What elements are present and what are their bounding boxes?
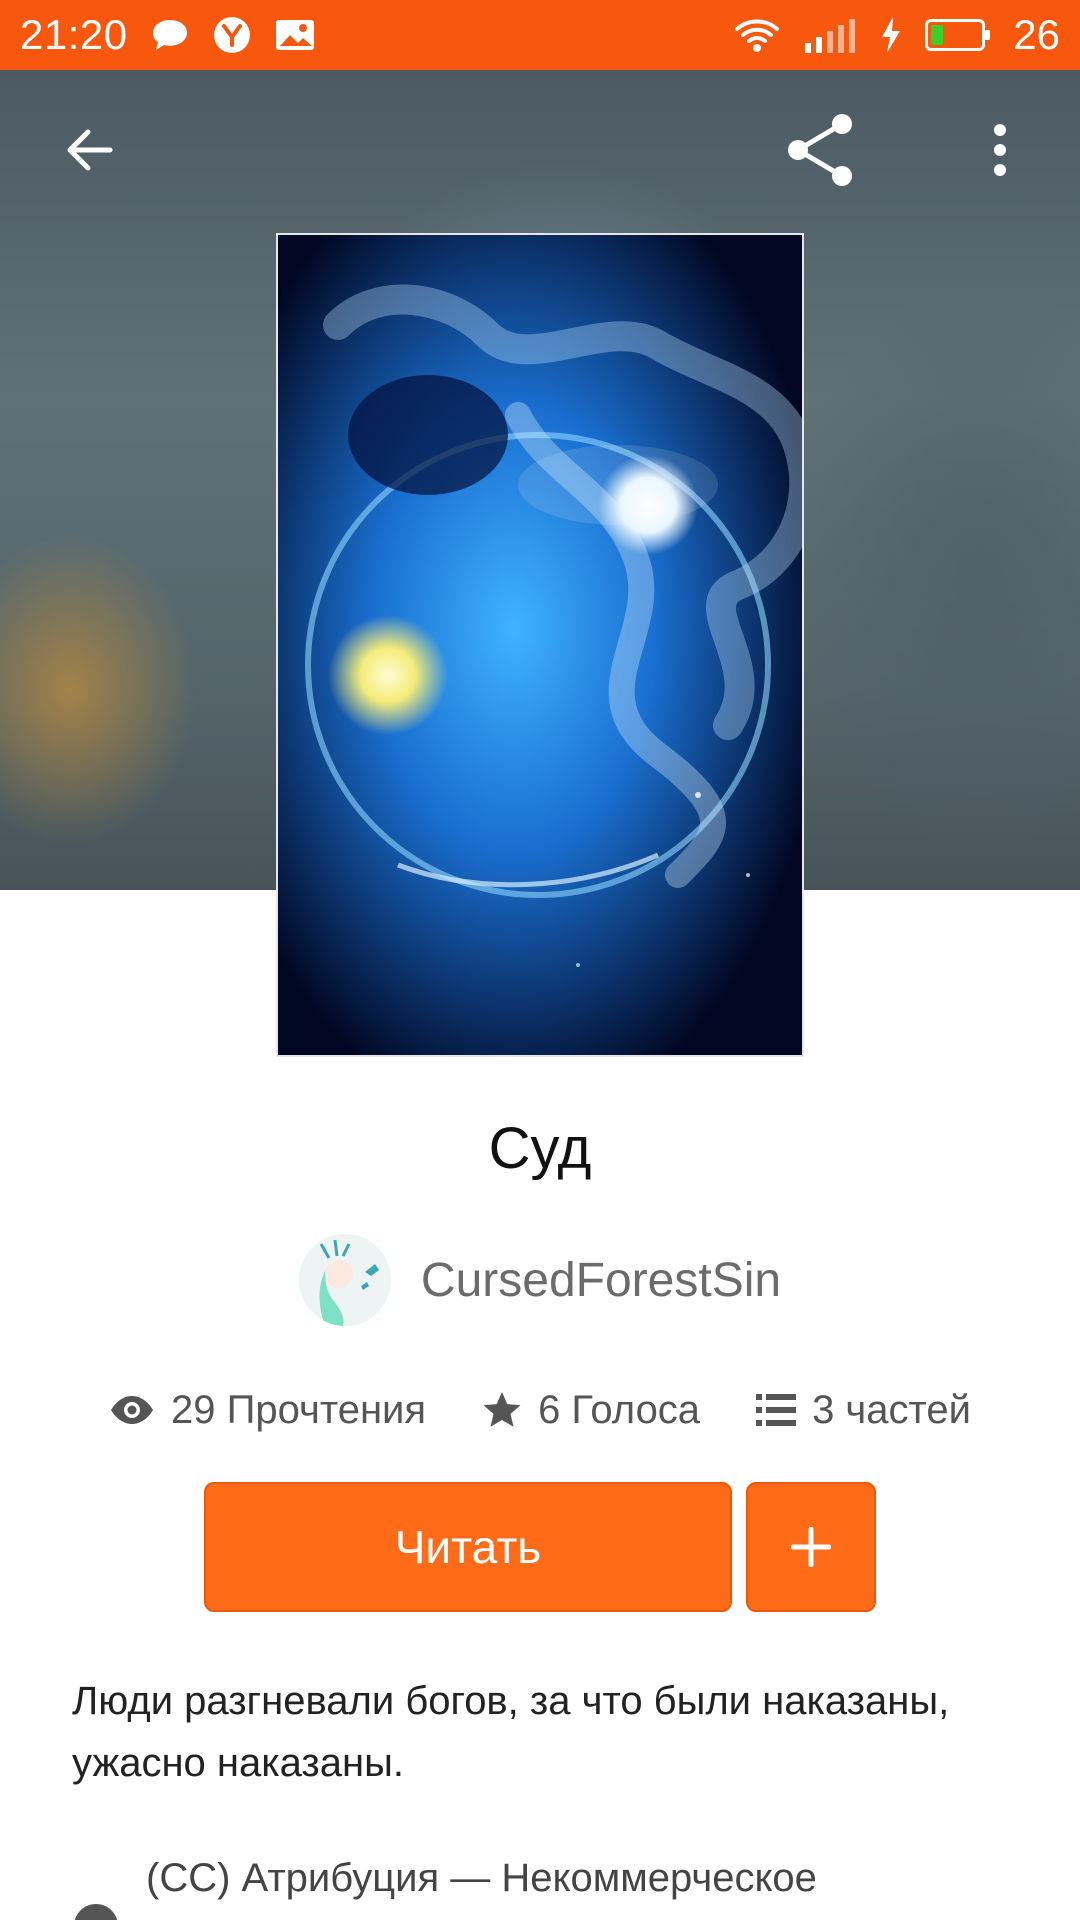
reads-count: 29 Прочтения: [171, 1387, 427, 1432]
battery-icon: [925, 19, 991, 51]
parts-count: 3 частей: [812, 1387, 971, 1432]
parts-stat: 3 частей: [756, 1388, 971, 1433]
author-avatar: [298, 1234, 391, 1326]
star-icon: [483, 1392, 521, 1427]
votes-stat: 6 Голоса: [482, 1388, 700, 1433]
plus-icon: [791, 1527, 831, 1567]
author-name: CursedForestSin: [420, 1253, 782, 1307]
creative-commons-icon: [74, 1904, 118, 1920]
more-vertical-icon: [994, 124, 1006, 176]
story-actions: Читать: [204, 1482, 876, 1612]
arrow-left-icon: [67, 129, 113, 171]
story-title: Суд: [488, 1116, 592, 1181]
share-icon: [788, 114, 852, 186]
battery-level: 26: [1013, 11, 1060, 58]
status-time: 21:20: [20, 11, 128, 58]
status-right: 26: [733, 11, 1060, 59]
list-icon: [756, 1394, 797, 1426]
image-notification-icon: [274, 17, 316, 53]
story-details-screen: 21:20 26 Суд CursedForestSin 29 Прочтени…: [0, 0, 1080, 1920]
read-button[interactable]: Читать: [204, 1482, 732, 1612]
status-bar: 21:20 26: [0, 0, 1080, 70]
cover-artwork: [278, 235, 802, 1055]
yandex-icon: [212, 15, 252, 55]
signal-icon: [803, 15, 857, 55]
author-link[interactable]: CursedForestSin: [0, 1232, 1080, 1328]
reads-stat: 29 Прочтения: [109, 1388, 426, 1433]
story-stats: 29 Прочтения 6 Голоса 3 частей: [0, 1378, 1080, 1442]
charging-icon: [879, 15, 903, 55]
license-text: (CC) Атрибуция — Некоммерческое: [146, 1856, 817, 1900]
story-cover-image[interactable]: [276, 233, 804, 1057]
back-button[interactable]: [50, 110, 130, 190]
eye-icon: [111, 1396, 154, 1424]
share-button[interactable]: [780, 110, 860, 190]
top-toolbar: [0, 70, 1080, 230]
votes-count: 6 Голоса: [538, 1387, 701, 1432]
license-row: (CC) Атрибуция — Некоммерческое: [72, 1852, 1032, 1920]
story-description: Люди разгневали богов, за что были наказ…: [72, 1679, 950, 1785]
more-options-button[interactable]: [960, 110, 1040, 190]
wifi-icon: [733, 15, 781, 55]
toolbar-actions: [780, 110, 1040, 190]
status-left: 21:20: [20, 11, 316, 59]
add-to-library-button[interactable]: [746, 1482, 876, 1612]
chat-bubble-icon: [150, 17, 190, 53]
